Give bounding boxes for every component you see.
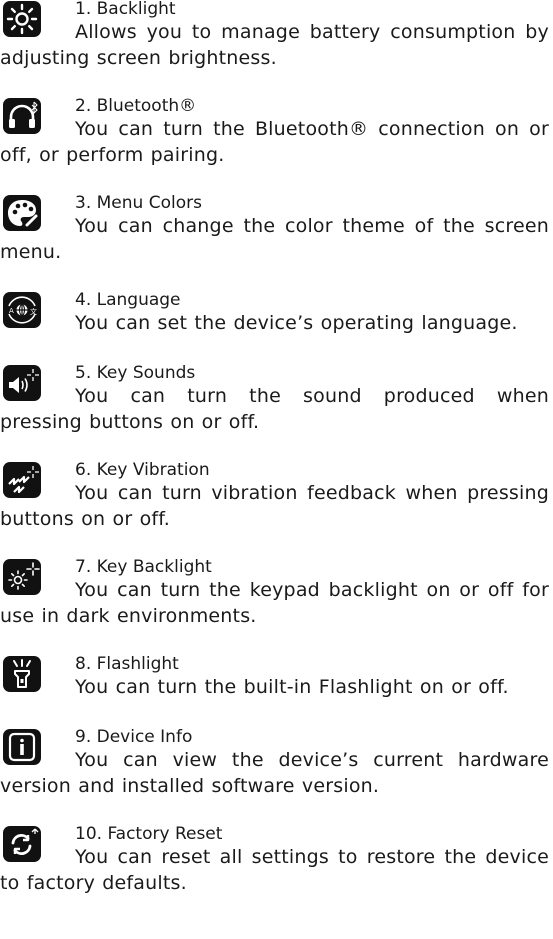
entry-title: 7. Key Backlight (75, 557, 212, 577)
entry-title: 10. Factory Reset (75, 824, 223, 844)
entry-title: 1. Backlight (75, 0, 176, 19)
entry-description: You can turn the built-in Flashlight on … (75, 676, 509, 698)
entry-description: Allows you to manage battery consumption… (0, 21, 549, 69)
entry-description: You can turn vibration feedback when pre… (0, 482, 549, 530)
entry-title: 2. Bluetooth® (75, 96, 197, 116)
entry-description: You can reset all settings to restore th… (0, 846, 549, 894)
settings-description-page: 1. Backlight Allows you to manage batter… (0, 0, 553, 939)
entry-description: You can turn the sound produced when pre… (0, 385, 549, 433)
entry-description: You can set the device’s operating langu… (75, 312, 518, 334)
entry-title: 9. Device Info (75, 727, 193, 747)
entry-description: You can change the color theme of the sc… (0, 215, 549, 263)
entry-title: 5. Key Sounds (75, 363, 196, 383)
entry-description: You can turn the keypad backlight on or … (0, 579, 549, 627)
entry-title: 8. Flashlight (75, 654, 179, 674)
entry-description: You can view the device’s current hardwa… (0, 749, 549, 797)
entry-title: 3. Menu Colors (75, 193, 202, 213)
entry-title: 4. Language (75, 290, 181, 310)
entry-title: 6. Key Vibration (75, 460, 210, 480)
entry-description: You can turn the Bluetooth® connection o… (0, 118, 549, 166)
